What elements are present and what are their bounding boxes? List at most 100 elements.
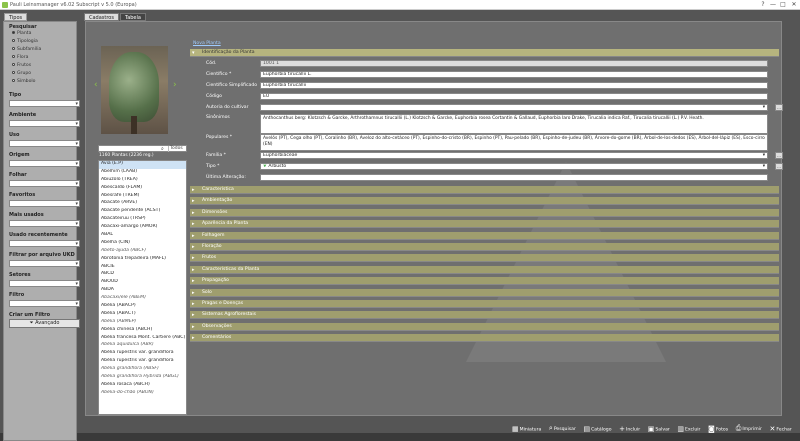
- tab-tipos[interactable]: Tipos: [4, 13, 28, 21]
- list-item[interactable]: Abélia (ABMEP): [99, 319, 186, 327]
- list-item[interactable]: Abelhim (LAAB): [99, 169, 186, 177]
- list-item[interactable]: Abélia rupestris var. grandiflora: [99, 350, 186, 358]
- section-frutos[interactable]: ▸ Frutos: [190, 254, 779, 263]
- section-ambientacao[interactable]: ▸ Ambientação: [190, 197, 779, 206]
- miniatura-button[interactable]: ▦Miniatura: [512, 425, 541, 433]
- prev-photo-icon[interactable]: ‹: [94, 80, 98, 90]
- search-icon[interactable]: ⌕: [161, 146, 164, 152]
- new-plant-link[interactable]: Nova Planta: [193, 41, 221, 46]
- list-item[interactable]: Abrotonia trepadeira (MAFL): [99, 256, 186, 264]
- familia-add-button[interactable]: …: [775, 152, 783, 159]
- close-window-button[interactable]: ✕: [789, 1, 799, 8]
- tipo-add-button[interactable]: …: [775, 163, 783, 170]
- favoritos-select[interactable]: ▾: [9, 200, 80, 207]
- mais-usados-select[interactable]: ▾: [9, 220, 80, 227]
- imprimir-button[interactable]: ⎙Imprimir: [736, 424, 762, 433]
- list-item[interactable]: Abélia aquidulca (ABR): [99, 342, 186, 350]
- radio-grupo[interactable]: Grupo: [12, 71, 31, 76]
- tipo-select[interactable]: ▾: [9, 100, 80, 107]
- section-aparencia-da-planta[interactable]: ▸ Aparência da Planta: [190, 220, 779, 229]
- uso-select[interactable]: ▾: [9, 140, 80, 147]
- search-scope-select[interactable]: Todos: [168, 146, 187, 152]
- list-item[interactable]: Abeto-ajuda (ABCF): [99, 248, 186, 256]
- familia-select[interactable]: Euphorbiaceae ▾: [260, 152, 768, 159]
- fechar-button[interactable]: ✕Fechar: [769, 425, 791, 433]
- radio-flora[interactable]: Flora: [12, 55, 28, 60]
- cod-field[interactable]: 1001 1: [260, 60, 768, 67]
- plant-photo[interactable]: [101, 46, 168, 134]
- origem-select[interactable]: ▾: [9, 160, 80, 167]
- section-solo[interactable]: ▸ Solo: [190, 288, 779, 297]
- plant-list[interactable]: Ávia (E.P) Abelhim (LAAB) Abiuzolo (TREA) A…: [98, 160, 187, 415]
- list-item[interactable]: Ávia (E.P): [99, 161, 186, 169]
- list-item[interactable]: Abélia grandiflora (ABSF): [99, 366, 186, 374]
- list-item[interactable]: Abacate pendente (ACST): [99, 208, 186, 216]
- list-item[interactable]: Abélia rosaca (ABCH): [99, 382, 186, 390]
- tipo-select[interactable]: ❦ Arbusto ▾: [260, 163, 768, 170]
- section-observacoes[interactable]: ▸ Observações: [190, 322, 779, 331]
- populares-field[interactable]: Avelós (PT), Cega olho (PT), Coralinho (…: [260, 134, 768, 151]
- list-item[interactable]: Abacate (ARVE): [99, 200, 186, 208]
- arquivo-select[interactable]: ▾: [9, 260, 80, 267]
- list-item[interactable]: Abacaxi-amargo (AMOR): [99, 224, 186, 232]
- radio-simbolo[interactable]: Símbolo: [12, 79, 35, 84]
- radio-planta[interactable]: Planta: [12, 31, 31, 36]
- ambiente-select[interactable]: ▾: [9, 120, 80, 127]
- list-item[interactable]: ABCIE: [99, 264, 186, 272]
- list-item[interactable]: Abacateiruu (TRSP): [99, 216, 186, 224]
- list-item[interactable]: ABAL: [99, 232, 186, 240]
- cientifico-field[interactable]: Euphorbia tirucallii L.: [260, 71, 768, 78]
- section-dimensoes[interactable]: ▸ Dimensões: [190, 208, 779, 217]
- filtro-select[interactable]: ▾: [9, 300, 80, 307]
- section-floracao[interactable]: ▸ Floração: [190, 243, 779, 251]
- list-item[interactable]: Abélia chinesa (ABCH): [99, 327, 186, 335]
- minimize-button[interactable]: —: [768, 1, 778, 8]
- radio-subfamilia[interactable]: Subfamília: [12, 47, 41, 52]
- list-item[interactable]: Abiuzolo (TREA): [99, 177, 186, 185]
- list-item[interactable]: ABOUD: [99, 279, 186, 287]
- advanced-button[interactable]: ⏷ Avançado: [9, 319, 80, 328]
- section-sistemas-agroflorestais[interactable]: ▸ Sistemas Agroflorestais: [190, 311, 779, 320]
- list-item[interactable]: Abescaldo (FLAM): [99, 185, 186, 193]
- excluir-button[interactable]: ▥Excluir: [677, 425, 700, 433]
- list-item[interactable]: Abélia francesa Mont. Cartiere (ABC): [99, 335, 186, 343]
- autoria-add-button[interactable]: …: [775, 104, 783, 111]
- plant-search[interactable]: ⌕ Todos: [98, 145, 187, 152]
- next-photo-icon[interactable]: ›: [173, 80, 177, 90]
- maximize-button[interactable]: □: [778, 1, 788, 8]
- radio-frutos[interactable]: Frutos: [12, 63, 31, 68]
- list-item[interactable]: Abelia-do-chão (ABON): [99, 390, 186, 398]
- fotos-button[interactable]: ◙Fotos: [708, 425, 728, 433]
- list-item[interactable]: Abélia rupestris var. grandiflora: [99, 358, 186, 366]
- autoria-field[interactable]: ▾: [260, 104, 768, 111]
- section-identificacao[interactable]: ▾ Identificação da Planta: [190, 49, 779, 57]
- section-caracteristicas-da-planta[interactable]: ▸ Características da Planta: [190, 265, 779, 274]
- section-pragas-e-doencas[interactable]: ▸ Pragas e Doenças: [190, 300, 779, 308]
- section-folhagem[interactable]: ▸ Folhagem: [190, 231, 779, 240]
- list-item[interactable]: Abélia (ABACT): [99, 311, 186, 319]
- folhar-select[interactable]: ▾: [9, 180, 80, 187]
- tab-tabela[interactable]: Tabela: [119, 13, 146, 21]
- list-item[interactable]: ABDA: [99, 287, 186, 295]
- list-item[interactable]: Abelha (CIN): [99, 240, 186, 248]
- radio-tipologia[interactable]: Tipologia: [12, 39, 38, 44]
- setores-select[interactable]: ▾: [9, 280, 80, 287]
- list-item[interactable]: Abélia grandiflora Hybrida (ABGL): [99, 374, 186, 382]
- tab-cadastros[interactable]: Cadastros: [84, 13, 119, 21]
- pesquisar-button[interactable]: ⌕Pesquisar: [549, 424, 576, 433]
- sinonimos-field[interactable]: Anthocanthus berg: Klotzsch & Garcke, Ar…: [260, 114, 768, 134]
- cientifico-simpl-field[interactable]: Euphorbia tirucallii: [260, 82, 768, 89]
- help-button[interactable]: ?: [758, 1, 768, 8]
- codigo-field[interactable]: EU: [260, 93, 768, 100]
- usado-recentemente-select[interactable]: ▾: [9, 240, 80, 247]
- salvar-button[interactable]: ▣Salvar: [648, 425, 670, 433]
- catalogo-button[interactable]: ▤Catálogo: [583, 425, 611, 433]
- list-item[interactable]: ABCD: [99, 271, 186, 279]
- list-item[interactable]: Abacaxi/ele (ABEM): [99, 295, 186, 303]
- section-propagacao[interactable]: ▸ Propagação: [190, 277, 779, 286]
- list-item[interactable]: Abesrafe (TREM): [99, 193, 186, 201]
- section-caracteristica[interactable]: ▸ Característica: [190, 186, 779, 194]
- list-item[interactable]: Abélia (ABACP): [99, 303, 186, 311]
- section-comentarios[interactable]: ▸ Comentários: [190, 334, 779, 343]
- incluir-button[interactable]: +Incluir: [619, 425, 640, 433]
